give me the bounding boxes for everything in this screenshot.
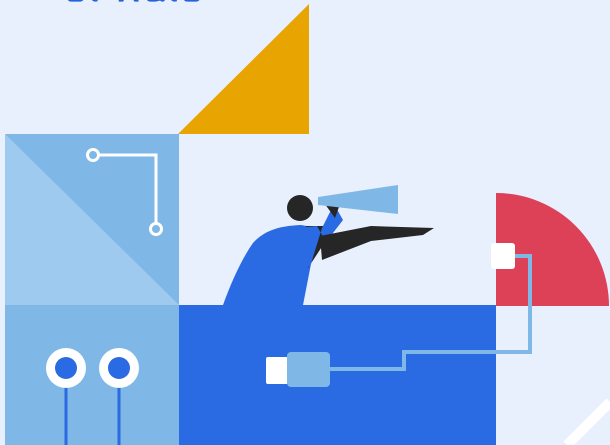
- illustration-canvas: ᥱᥣ ᥕᥲᥣᥱ: [0, 0, 610, 445]
- person-with-telescope: [223, 185, 434, 305]
- usb-plug-icon: [266, 352, 330, 387]
- hero-illustration: [5, 4, 610, 445]
- page-corner-fold: [563, 398, 610, 445]
- amber-triangle: [178, 4, 309, 134]
- bottom-left-tile: [5, 305, 179, 445]
- person-head: [287, 195, 313, 221]
- main-blue-block: [179, 305, 496, 445]
- person-arm-extended: [320, 226, 434, 260]
